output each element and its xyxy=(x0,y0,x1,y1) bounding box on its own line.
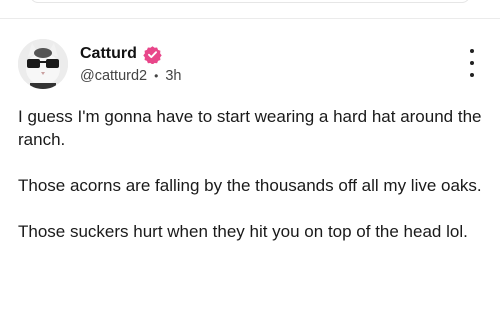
author-handle[interactable]: @catturd2 xyxy=(80,68,147,84)
post-header: Catturd @catturd2 • 3h xyxy=(18,39,482,91)
author-name-row: Catturd xyxy=(80,43,162,65)
previous-post-card xyxy=(30,0,470,3)
post-timestamp[interactable]: 3h xyxy=(165,68,181,84)
meta-separator: • xyxy=(154,69,159,83)
cat-avatar-icon xyxy=(18,39,68,89)
more-dot xyxy=(470,49,474,53)
post-paragraph: I guess I'm gonna have to start wearing … xyxy=(18,107,482,149)
verified-badge-icon xyxy=(143,45,162,65)
post-body: I guess I'm gonna have to start wearing … xyxy=(18,105,482,266)
more-vertical-icon[interactable] xyxy=(464,49,480,77)
post-card[interactable]: Catturd @catturd2 • 3h I guess I'm gonna… xyxy=(0,18,500,311)
post-paragraph: Those acorns are falling by the thousand… xyxy=(18,176,482,195)
more-dot xyxy=(470,61,474,65)
author-meta-row: @catturd2 • 3h xyxy=(80,68,181,84)
more-dot xyxy=(470,73,474,77)
avatar[interactable] xyxy=(18,39,68,89)
author-display-name[interactable]: Catturd xyxy=(80,45,137,63)
feed: Catturd @catturd2 • 3h I guess I'm gonna… xyxy=(0,0,500,311)
post-paragraph: Those suckers hurt when they hit you on … xyxy=(18,222,468,241)
